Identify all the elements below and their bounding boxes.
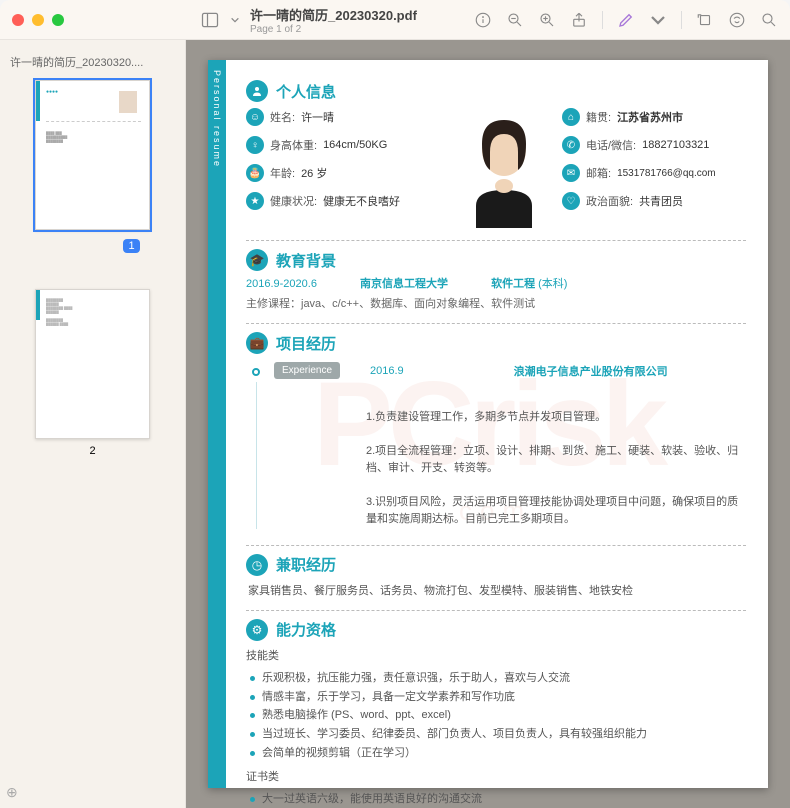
star-icon: ★ — [246, 192, 264, 210]
education-line: 2016.9-2020.6 南京信息工程大学 软件工程 (本科) — [246, 275, 746, 291]
cake-icon: 🎂 — [246, 164, 264, 182]
clock-icon: ◷ — [246, 554, 268, 576]
markup-button[interactable] — [728, 11, 746, 29]
section-project-title: 项目经历 — [276, 333, 336, 354]
section-personal-head: 个人信息 — [246, 80, 746, 102]
profile-photo — [456, 108, 552, 228]
toolbar — [474, 11, 778, 29]
briefcase-icon: 💼 — [246, 332, 268, 354]
resume-content: 个人信息 ☺姓名: 许一晴 ♀身高体重: 164cm/50KG 🎂年龄: 26 … — [226, 60, 768, 788]
gear-icon: ⚙ — [246, 619, 268, 641]
minimize-window-button[interactable] — [32, 14, 44, 26]
resume-side-tab: Personal resume — [208, 60, 226, 788]
project-items: 1.负责建设管理工作，多期多节点并发项目管理。 2.项目全流程管理：立项、设计、… — [366, 409, 746, 529]
personal-info-grid: ☺姓名: 许一晴 ♀身高体重: 164cm/50KG 🎂年龄: 26 岁 ★健康… — [246, 108, 746, 228]
search-button[interactable] — [760, 11, 778, 29]
section-parttime-head: ◷ 兼职经历 — [246, 554, 746, 576]
project-company: 浪潮电子信息产业股份有限公司 — [514, 363, 668, 379]
section-parttime-title: 兼职经历 — [276, 554, 336, 575]
thumbnail-1[interactable]: ●●●● ████ █████████████████████ — [35, 80, 150, 230]
mail-icon: ✉ — [562, 164, 580, 182]
share-button[interactable] — [570, 11, 588, 29]
skills-list2: 大一过英语六级，能使用英语良好的沟通交流 普通话二级甲等，善于表达,有良好的沟通… — [246, 790, 746, 808]
divider — [246, 610, 746, 611]
project-date: 2016.9 — [370, 365, 404, 377]
thumbnails-sidebar: 许一晴的简历_20230320.... ●●●● ████ ██████████… — [0, 40, 186, 808]
document-title: 许一晴的简历_20230320.pdf — [250, 5, 417, 24]
titlebar: 许一晴的简历_20230320.pdf Page 1 of 2 — [0, 0, 790, 40]
page-indicator: Page 1 of 2 — [250, 24, 417, 35]
grad-cap-icon: 🎓 — [246, 249, 268, 271]
toolbar-separator — [681, 11, 682, 29]
traffic-lights — [12, 14, 64, 26]
zoom-in-button[interactable] — [538, 11, 556, 29]
document-viewer[interactable]: PCrisk .com Personal resume 个人信息 ☺姓名: 许一… — [186, 40, 790, 808]
dropdown-icon[interactable] — [230, 15, 240, 25]
thumbnail-2-number: 2 — [10, 445, 175, 457]
skills-list1: 乐观积极，抗压能力强，责任意识强，乐于助人，喜欢与人交流 情感丰富，乐于学习，具… — [246, 669, 746, 762]
annotate-button[interactable] — [617, 11, 635, 29]
title-area: 许一晴的简历_20230320.pdf Page 1 of 2 — [200, 5, 417, 35]
parttime-text: 家具销售员、餐厅服务员、话务员、物流打包、发型模特、服装销售、地铁安检 — [246, 582, 746, 598]
location-icon: ⌂ — [562, 108, 580, 126]
project-timeline: Experience 2016.9 浪潮电子信息产业股份有限公司 1.负责建设管… — [246, 362, 746, 529]
education-courses: 主修课程：java、c/c++、数据库、面向对象编程、软件测试 — [246, 295, 746, 311]
close-window-button[interactable] — [12, 14, 24, 26]
divider — [246, 545, 746, 546]
sidebar-filename: 许一晴的简历_20230320.... — [10, 54, 175, 70]
app-window: 许一晴的简历_20230320.pdf Page 1 of 2 许一晴的简历_2… — [0, 0, 790, 808]
section-project-head: 💼 项目经历 — [246, 332, 746, 354]
pdf-page-1: PCrisk .com Personal resume 个人信息 ☺姓名: 许一… — [208, 60, 768, 788]
divider — [246, 323, 746, 324]
info-button[interactable] — [474, 11, 492, 29]
thumbnail-2[interactable]: ██████████████████████ █████████████████… — [35, 289, 150, 439]
body: 许一晴的简历_20230320.... ●●●● ████ ██████████… — [0, 40, 790, 808]
heart-icon: ♡ — [562, 192, 580, 210]
maximize-window-button[interactable] — [52, 14, 64, 26]
smile-icon: ☺ — [246, 108, 264, 126]
thumbnail-1-number: 1 — [123, 239, 139, 253]
section-personal-title: 个人信息 — [276, 81, 336, 102]
section-education-title: 教育背景 — [276, 250, 336, 271]
toolbar-separator — [602, 11, 603, 29]
sidebar-toggle-button[interactable] — [200, 10, 220, 30]
phone-icon: ✆ — [562, 136, 580, 154]
body-icon: ♀ — [246, 136, 264, 154]
section-skills-head: ⚙ 能力资格 — [246, 619, 746, 641]
experience-badge: Experience — [274, 362, 340, 379]
divider — [246, 240, 746, 241]
annotate-dropdown-icon[interactable] — [649, 11, 667, 29]
section-skills-title: 能力资格 — [276, 619, 336, 640]
zoom-out-button[interactable] — [506, 11, 524, 29]
add-page-button[interactable]: ⊕ — [6, 784, 24, 802]
timeline-dot — [252, 368, 260, 376]
skills-cat2: 证书类 — [246, 768, 746, 784]
section-education-head: 🎓 教育背景 — [246, 249, 746, 271]
person-icon — [246, 80, 268, 102]
rotate-button[interactable] — [696, 11, 714, 29]
skills-cat1: 技能类 — [246, 647, 746, 663]
